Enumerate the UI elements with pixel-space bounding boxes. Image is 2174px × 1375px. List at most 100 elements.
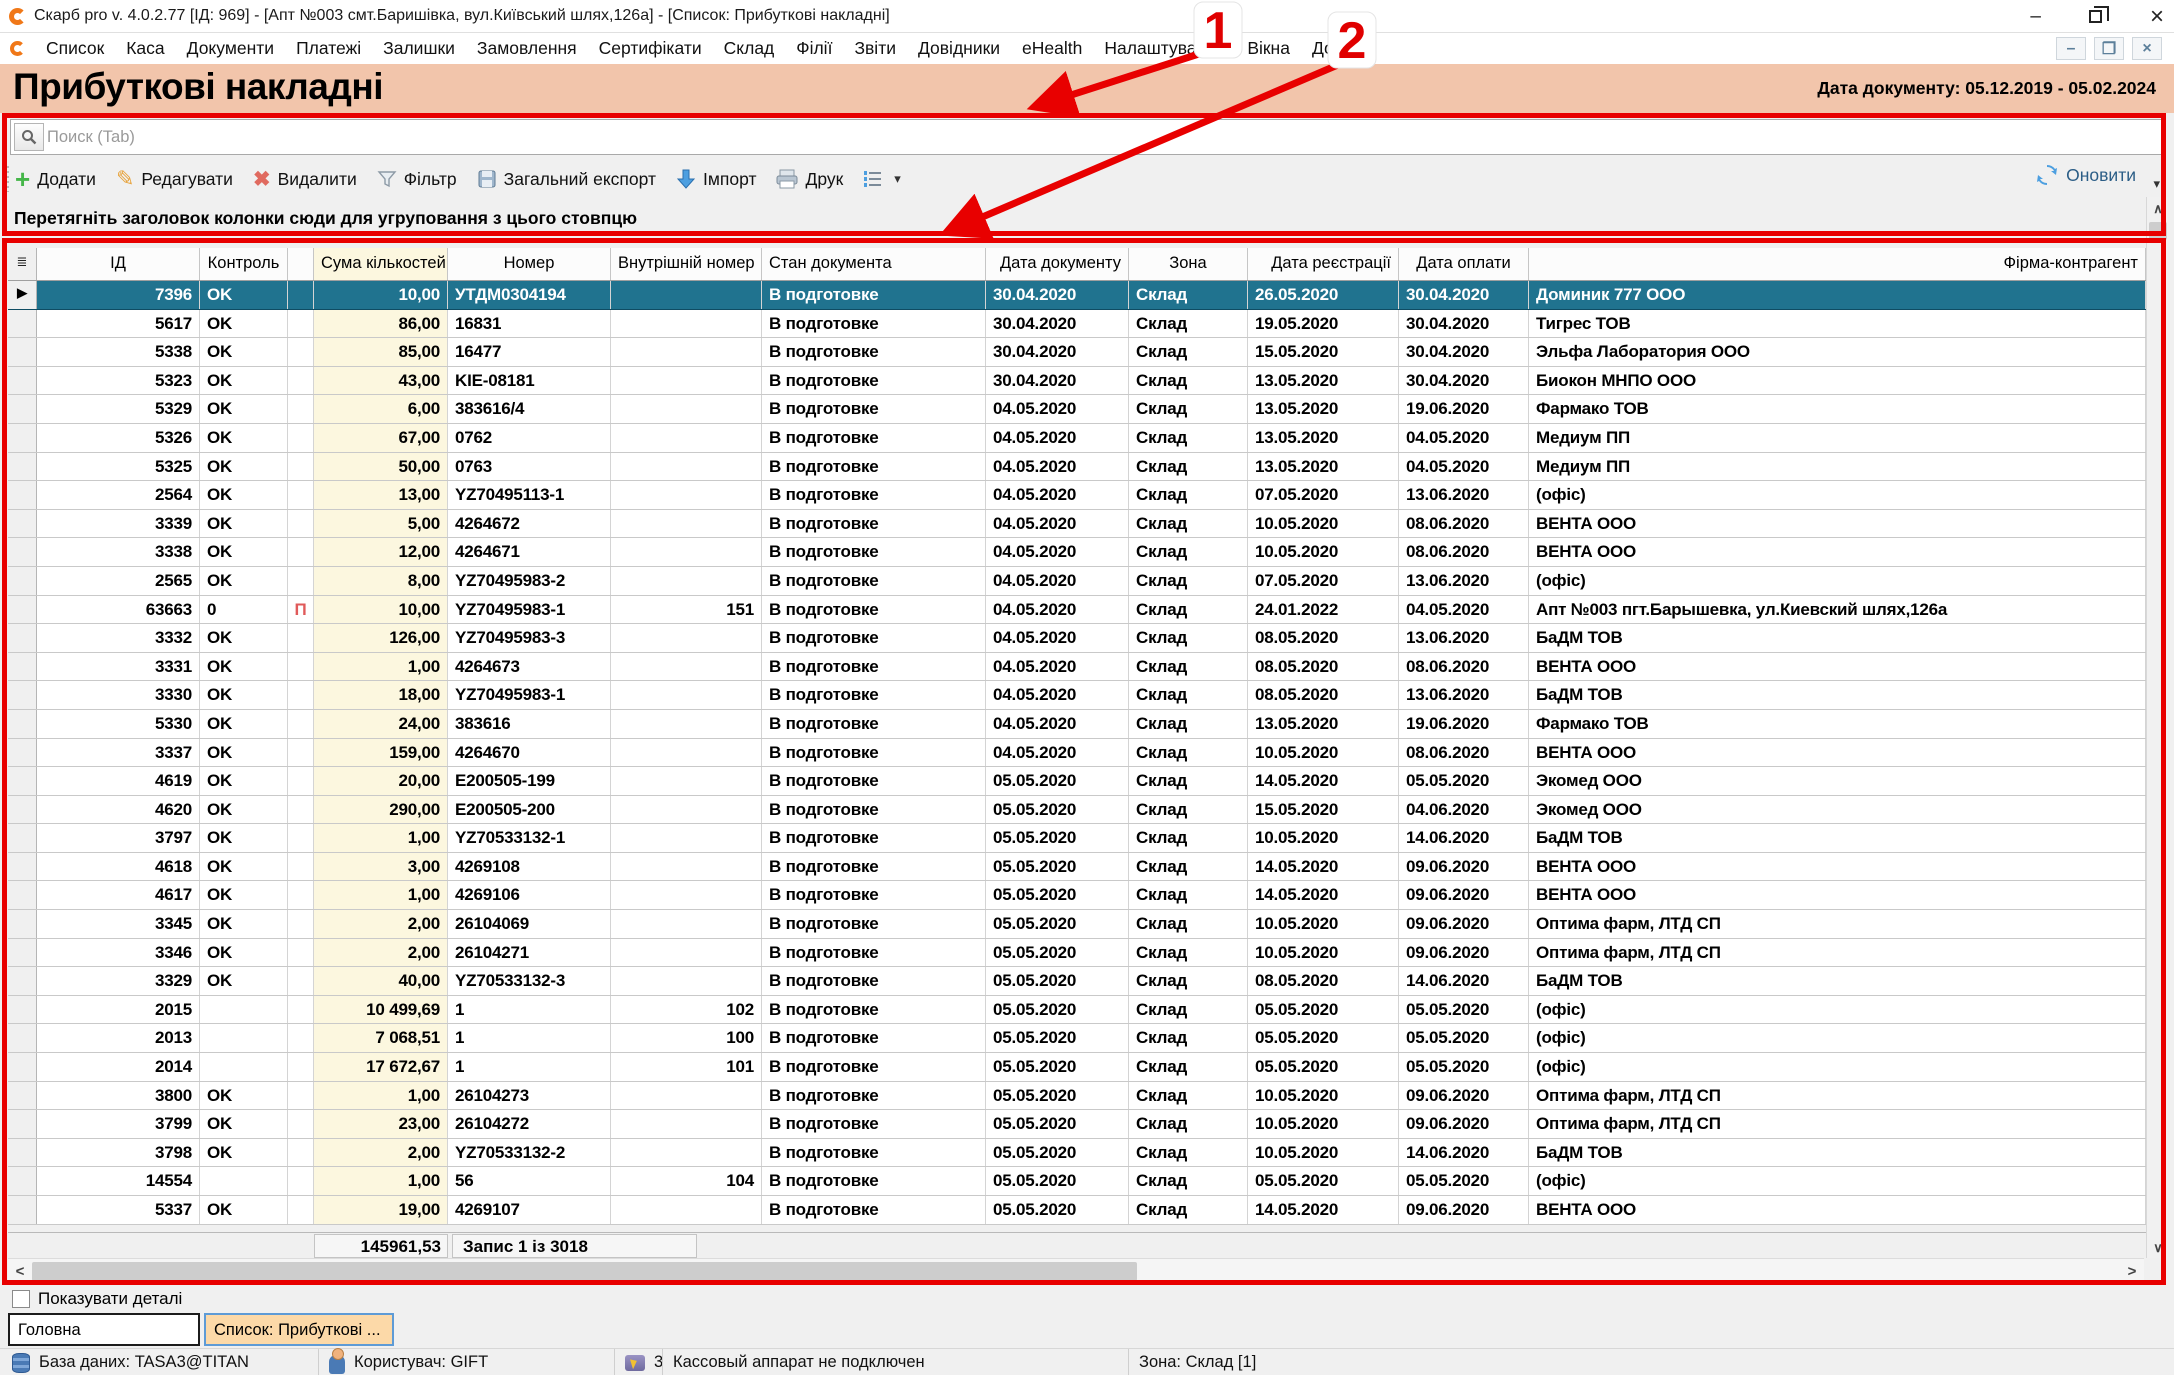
column-header-reg[interactable]: Дата реєстрації (1248, 248, 1399, 280)
table-row[interactable]: 4617OK1,004269106В подготовке05.05.2020С… (8, 881, 2146, 910)
mdi-close-button[interactable]: × (2132, 37, 2162, 60)
menu-item[interactable]: Документи (176, 38, 285, 59)
column-header-qty[interactable]: Сума кількостей (314, 248, 448, 280)
table-row[interactable]: 2564OK13,00YZ70495113-1В подготовке04.05… (8, 481, 2146, 510)
column-header-state[interactable]: Стан документа (762, 248, 986, 280)
import-button[interactable]: Імпорт (676, 168, 756, 190)
minimize-button[interactable]: – (2030, 7, 2041, 26)
table-row[interactable]: ▶7396OK10,00УТДМ0304194В подготовке30.04… (8, 281, 2146, 310)
table-row[interactable]: 3345OK2,0026104069В подготовке05.05.2020… (8, 910, 2146, 939)
scroll-up-icon[interactable]: ∧ (2147, 197, 2169, 219)
menu-item[interactable]: Довідники (907, 38, 1011, 59)
table-row[interactable]: 3330OK18,00YZ70495983-1В подготовке04.05… (8, 681, 2146, 710)
menu-item[interactable]: Довідка (1301, 38, 1386, 59)
table-row[interactable]: 5330OK24,00383616В подготовке04.05.2020С… (8, 710, 2146, 739)
column-chooser-icon[interactable]: ≣ (8, 248, 37, 280)
refresh-button[interactable]: Оновити (2036, 164, 2136, 186)
vertical-scroll-thumb[interactable] (2149, 222, 2167, 240)
cell-reg: 13.05.2020 (1248, 395, 1399, 423)
column-header-firm[interactable]: Фірма-контрагент (1529, 248, 2146, 280)
menu-item[interactable]: Звіти (843, 38, 907, 59)
export-button[interactable]: Загальний експорт (477, 169, 656, 190)
menu-item[interactable]: Сертифікати (588, 38, 713, 59)
table-row[interactable]: 5323OK43,00KIE-08181В подготовке30.04.20… (8, 367, 2146, 396)
column-header-p[interactable] (288, 248, 314, 280)
column-header-id[interactable]: ІД (37, 248, 200, 280)
table-row[interactable]: 201510 499,691102В подготовке05.05.2020С… (8, 996, 2146, 1025)
table-row[interactable]: 5337OK19,004269107В подготовке05.05.2020… (8, 1196, 2146, 1225)
horizontal-scroll-thumb[interactable] (32, 1262, 1137, 1281)
table-row[interactable]: 3798OK2,00YZ70533132-2В подготовке05.05.… (8, 1139, 2146, 1168)
table-row[interactable]: 5329OK6,00383616/4В подготовке04.05.2020… (8, 395, 2146, 424)
menu-item[interactable]: Каса (115, 38, 175, 59)
menu-item[interactable]: eHealth (1011, 38, 1093, 59)
column-header-control[interactable]: Контроль (200, 248, 288, 280)
column-header-zone[interactable]: Зона (1129, 248, 1248, 280)
menu-item[interactable]: Список (35, 38, 115, 59)
search-input[interactable] (47, 128, 2161, 147)
table-row[interactable]: 4618OK3,004269108В подготовке05.05.2020С… (8, 853, 2146, 882)
status-item: 3 (614, 1349, 663, 1375)
table-row[interactable]: 5338OK85,0016477В подготовке30.04.2020Ск… (8, 338, 2146, 367)
menu-item[interactable]: Налаштування (1093, 38, 1236, 59)
column-header-internal[interactable]: Внутрішній номер (611, 248, 762, 280)
funnel-icon (377, 169, 397, 189)
cell-id: 3797 (37, 824, 200, 852)
table-row[interactable]: 2565OK8,00YZ70495983-2В подготовке04.05.… (8, 567, 2146, 596)
scroll-down-icon[interactable]: ∨ (2147, 1236, 2169, 1258)
table-row[interactable]: 3337OK159,004264670В подготовке04.05.202… (8, 739, 2146, 768)
table-row[interactable]: 4619OK20,00E200505-199В подготовке05.05.… (8, 767, 2146, 796)
cell-internal (611, 1139, 762, 1167)
column-header-number[interactable]: Номер (448, 248, 611, 280)
table-row[interactable]: 3331OK1,004264673В подготовке04.05.2020С… (8, 653, 2146, 682)
view-options-button[interactable]: ▾ (863, 170, 901, 188)
table-row[interactable]: 20137 068,511100В подготовке05.05.2020Ск… (8, 1024, 2146, 1053)
show-details-checkbox[interactable]: Показувати деталі (12, 1289, 182, 1309)
menu-item[interactable]: Вікна (1236, 38, 1301, 59)
table-row[interactable]: 5617OK86,0016831В подготовке30.04.2020Ск… (8, 310, 2146, 339)
column-header-doc[interactable]: Дата документу (986, 248, 1129, 280)
cell-reg: 08.05.2020 (1248, 624, 1399, 652)
table-row[interactable]: 3346OK2,0026104271В подготовке05.05.2020… (8, 939, 2146, 968)
table-row[interactable]: 201417 672,671101В подготовке05.05.2020С… (8, 1053, 2146, 1082)
menu-item[interactable]: Залишки (372, 38, 466, 59)
vertical-scrollbar[interactable]: ∧ ∨ (2146, 197, 2168, 1258)
mdi-minimize-button[interactable]: – (2056, 37, 2086, 60)
menu-item[interactable]: Замовлення (466, 38, 588, 59)
horizontal-scrollbar[interactable]: < > (8, 1258, 2144, 1283)
mdi-restore-button[interactable]: ❐ (2094, 37, 2124, 60)
menu-item[interactable]: Склад (713, 38, 786, 59)
search-icon[interactable] (14, 123, 44, 151)
table-row[interactable]: 145541,0056104В подготовке05.05.2020Скла… (8, 1167, 2146, 1196)
edit-button[interactable]: ✎ Редагувати (116, 166, 233, 192)
scroll-right-icon[interactable]: > (2120, 1263, 2144, 1280)
search-box[interactable] (10, 119, 2162, 155)
close-button[interactable]: × (2150, 5, 2164, 29)
scroll-left-icon[interactable]: < (8, 1263, 32, 1280)
menu-item[interactable]: Філії (785, 38, 843, 59)
refresh-dropdown-caret[interactable]: ▾ (2153, 176, 2160, 192)
column-header-pay[interactable]: Дата оплати (1399, 248, 1529, 280)
table-row[interactable]: 3799OK23,0026104272В подготовке05.05.202… (8, 1110, 2146, 1139)
table-row[interactable]: 3797OK1,00YZ70533132-1В подготовке05.05.… (8, 824, 2146, 853)
table-row[interactable]: 5325OK50,000763В подготовке04.05.2020Скл… (8, 453, 2146, 482)
table-row[interactable]: 3329OK40,00YZ70533132-3В подготовке05.05… (8, 967, 2146, 996)
table-row[interactable]: 3800OK1,0026104273В подготовке05.05.2020… (8, 1082, 2146, 1111)
menu-item[interactable]: Платежі (285, 38, 372, 59)
table-row[interactable]: 3339OK5,004264672В подготовке04.05.2020С… (8, 510, 2146, 539)
filter-button[interactable]: Фільтр (377, 169, 457, 190)
tab-main[interactable]: Головна (8, 1313, 200, 1346)
add-button[interactable]: + Додати (15, 169, 96, 190)
delete-button[interactable]: ✖ Видалити (253, 167, 357, 192)
table-row[interactable]: 3332OK126,00YZ70495983-3В подготовке04.0… (8, 624, 2146, 653)
table-row[interactable]: 636630П10,00YZ70495983-1151В подготовке0… (8, 596, 2146, 625)
table-row[interactable]: 4620OK290,00E200505-200В подготовке05.05… (8, 796, 2146, 825)
restore-button[interactable] (2089, 10, 2102, 23)
print-button[interactable]: Друк (776, 169, 843, 190)
checkbox-icon[interactable] (12, 1290, 30, 1308)
table-row[interactable]: 3338OK12,004264671В подготовке04.05.2020… (8, 538, 2146, 567)
tab-list-incoming[interactable]: Список: Прибуткові ... (204, 1313, 394, 1346)
toolbar-grip[interactable] (4, 166, 9, 192)
cell-id: 4617 (37, 881, 200, 909)
table-row[interactable]: 5326OK67,000762В подготовке04.05.2020Скл… (8, 424, 2146, 453)
